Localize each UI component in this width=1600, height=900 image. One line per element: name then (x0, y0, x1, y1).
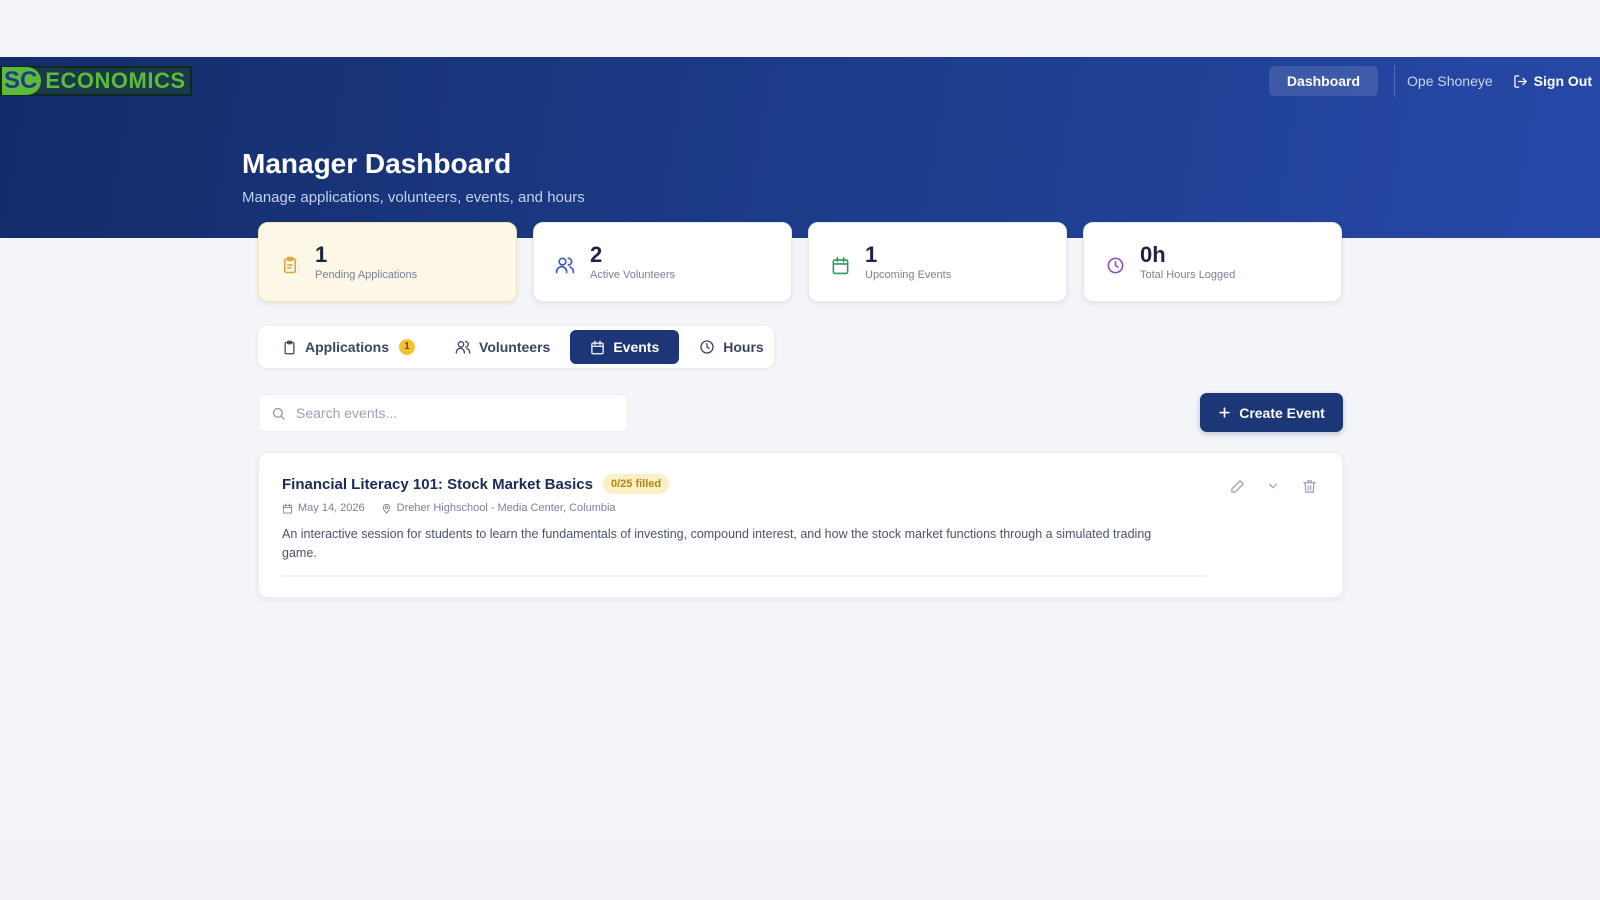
page-subtitle: Manage applications, volunteers, events,… (242, 189, 585, 206)
event-location-text: Dreher Highschool - Media Center, Columb… (396, 502, 616, 514)
clock-icon (700, 340, 714, 354)
sign-out-label: Sign Out (1533, 73, 1592, 89)
event-card[interactable]: Financial Literacy 101: Stock Market Bas… (258, 452, 1343, 598)
tab-label: Hours (723, 339, 764, 355)
event-date-text: May 14, 2026 (298, 502, 365, 514)
trash-icon (1302, 479, 1316, 493)
tab-label: Applications (305, 339, 390, 355)
users-icon (554, 254, 576, 276)
stat-value: 2 (590, 242, 603, 267)
sign-out-icon (1513, 74, 1527, 88)
nav-user-name: Ope Shoneye (1407, 73, 1493, 89)
calendar-icon (829, 254, 851, 276)
clipboard-icon (284, 340, 295, 354)
search-box (258, 394, 628, 432)
users-icon (455, 341, 471, 354)
event-meta: May 14, 2026 Dreher Highschool - Media C… (282, 502, 632, 514)
tab-label: Volunteers (479, 339, 551, 355)
tab-events[interactable]: Events (570, 330, 680, 364)
create-event-button[interactable]: Create Event (1200, 393, 1343, 432)
event-actions (1228, 477, 1318, 495)
event-location: Dreher Highschool - Media Center, Columb… (381, 502, 616, 514)
footer-band (0, 840, 1600, 900)
plus-icon (1219, 407, 1230, 418)
delete-event-button[interactable] (1300, 477, 1318, 495)
event-title-row: Financial Literacy 101: Stock Market Bas… (282, 474, 670, 494)
tab-volunteers[interactable]: Volunteers (435, 330, 570, 364)
nav-dashboard-link[interactable]: Dashboard (1268, 66, 1379, 96)
event-date: May 14, 2026 (282, 502, 365, 514)
nav-divider (1394, 65, 1396, 97)
logo-text: ECONOMICS (45, 68, 186, 93)
pencil-icon (1230, 479, 1244, 493)
clipboard-icon (279, 254, 301, 276)
tab-bar: Applications 1 Volunteers Events Hours (258, 326, 774, 368)
map-pin-icon (382, 503, 390, 514)
event-divider (282, 575, 1207, 577)
stat-label: Total Hours Logged (1140, 269, 1236, 281)
search-icon (272, 407, 285, 420)
create-event-label: Create Event (1239, 404, 1325, 421)
edit-event-button[interactable] (1228, 477, 1246, 495)
logo[interactable]: SC ECONOMICS (0, 58, 192, 104)
tab-label: Events (613, 339, 660, 355)
tab-applications[interactable]: Applications 1 (262, 330, 435, 364)
stat-label: Upcoming Events (865, 269, 952, 281)
stat-card-active-volunteers: 2 Active Volunteers (533, 222, 792, 302)
stat-label: Pending Applications (315, 269, 418, 281)
top-nav: Dashboard Ope Shoneye Sign Out (1268, 65, 1600, 97)
search-input[interactable] (296, 405, 596, 421)
top-band (0, 0, 1600, 57)
expand-event-button[interactable] (1264, 477, 1282, 495)
event-description: An interactive session for students to l… (282, 527, 1152, 560)
sign-out-button[interactable]: Sign Out (1513, 73, 1592, 89)
applications-count-badge: 1 (399, 339, 416, 355)
tab-hours[interactable]: Hours (679, 330, 783, 364)
event-title: Financial Literacy 101: Stock Market Bas… (282, 475, 593, 493)
chevron-down-icon (1268, 483, 1278, 489)
clock-icon (1104, 254, 1126, 276)
stat-value: 0h (1140, 242, 1166, 267)
stat-card-total-hours: 0h Total Hours Logged (1083, 222, 1342, 302)
stat-value: 1 (865, 242, 878, 267)
stat-card-upcoming-events: 1 Upcoming Events (808, 222, 1067, 302)
logo-prefix: SC (2, 67, 42, 95)
calendar-icon (282, 502, 293, 514)
page-title: Manager Dashboard (242, 148, 512, 179)
stat-label: Active Volunteers (590, 269, 675, 281)
calendar-icon (591, 340, 605, 354)
stat-value: 1 (315, 242, 328, 267)
stats-row: 1 Pending Applications 2 Active Voluntee… (258, 222, 1342, 302)
logo-mark: SC ECONOMICS (0, 66, 192, 96)
stat-card-pending-applications: 1 Pending Applications (258, 222, 517, 302)
event-capacity-badge: 0/25 filled (602, 474, 670, 494)
